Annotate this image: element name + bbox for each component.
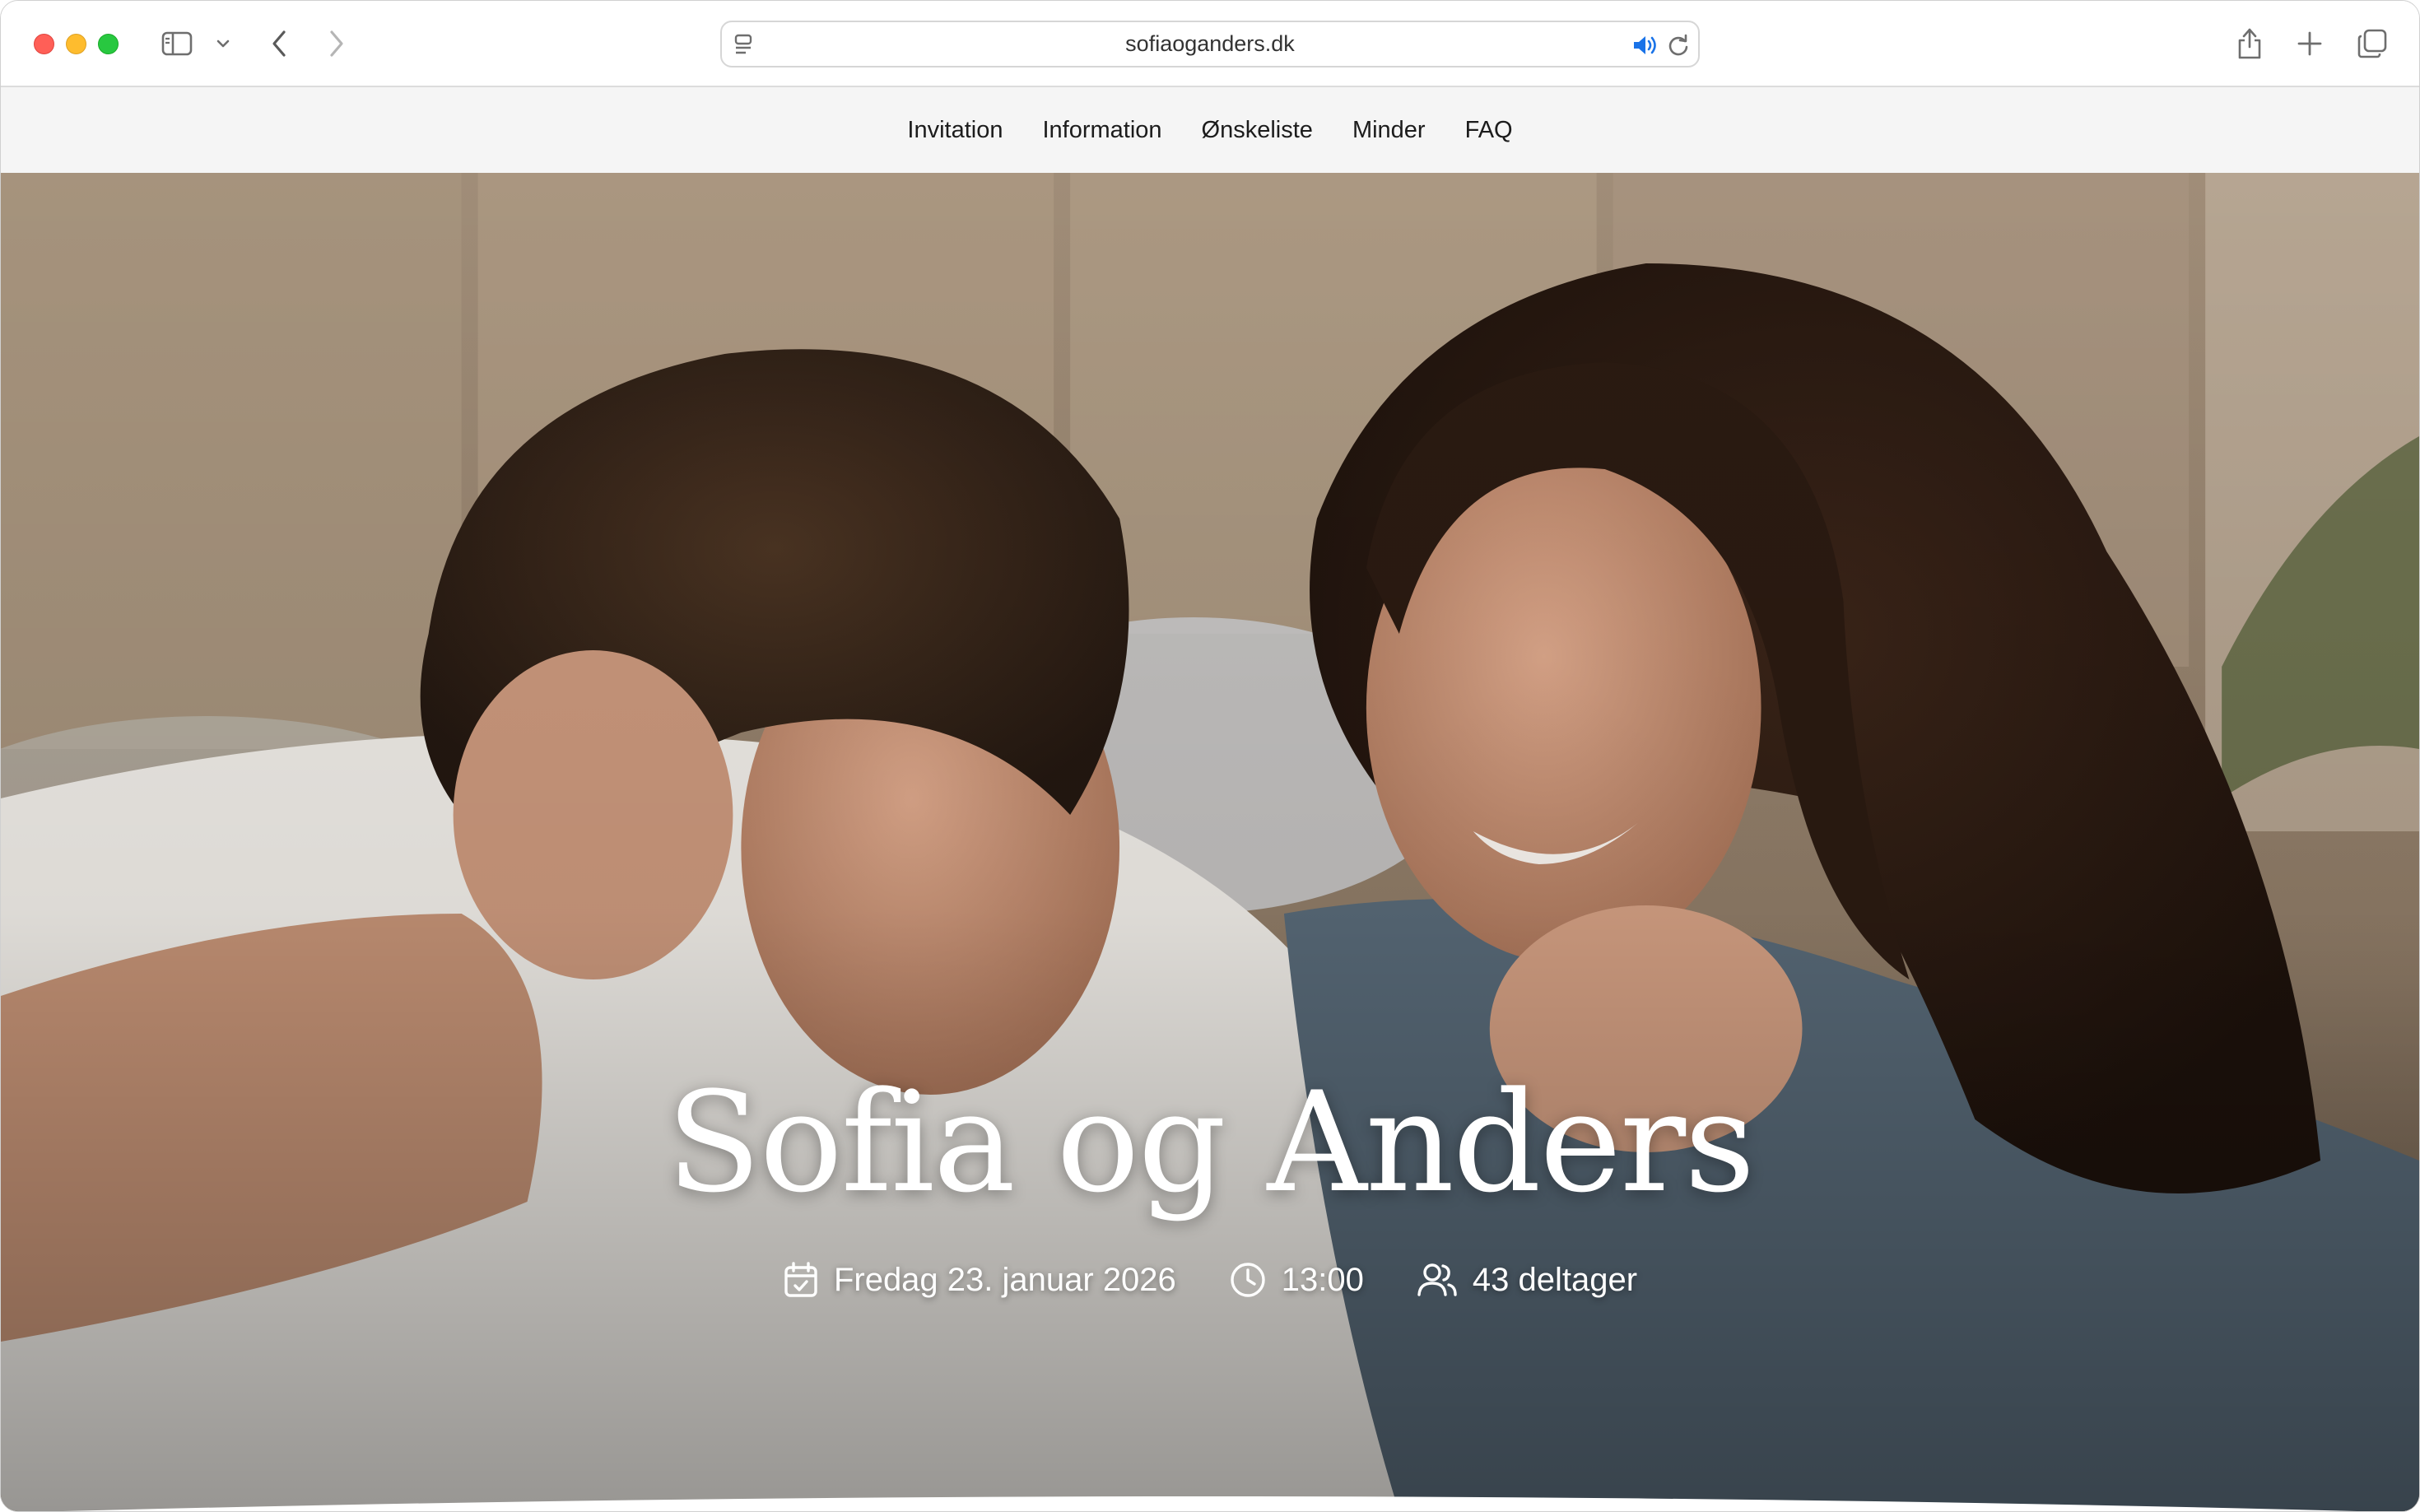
nav-item-invitation[interactable]: Invitation	[907, 112, 1003, 149]
nav-item-information[interactable]: Information	[1042, 112, 1161, 149]
event-date: Fredag 23. januar 2026	[783, 1261, 1176, 1299]
reload-icon[interactable]	[1665, 32, 1692, 58]
close-window-button[interactable]	[34, 34, 54, 54]
clock-icon	[1229, 1261, 1267, 1299]
event-time-text: 13:00	[1281, 1261, 1364, 1298]
speaker-icon[interactable]	[1631, 33, 1659, 58]
event-time: 13:00	[1229, 1261, 1364, 1299]
event-date-text: Fredag 23. januar 2026	[833, 1261, 1176, 1298]
hero-overlay	[1, 173, 2419, 1511]
share-icon[interactable]	[2233, 24, 2266, 62]
browser-window: sofiaoganders.dk Invitation Information …	[0, 0, 2420, 1512]
nav-item-faq[interactable]: FAQ	[1465, 112, 1513, 149]
url-text[interactable]: sofiaoganders.dk	[722, 22, 1698, 66]
browser-toolbar: sofiaoganders.dk	[1, 1, 2419, 87]
hero-bottom-curve	[63, 1496, 2357, 1511]
site-navigation: Invitation Information Ønskeliste Minder…	[1, 87, 2419, 173]
address-bar[interactable]: sofiaoganders.dk	[720, 21, 1700, 67]
back-arrow-icon[interactable]	[263, 27, 296, 60]
nav-item-memories[interactable]: Minder	[1352, 112, 1426, 149]
sidebar-icon[interactable]	[161, 29, 193, 58]
hero-section: Sofia og Anders Fredag 23. januar 2026 1…	[1, 173, 2419, 1511]
event-participants: 43 deltager	[1417, 1262, 1637, 1299]
chevron-down-icon[interactable]	[212, 34, 234, 54]
tabs-overview-icon[interactable]	[2355, 26, 2390, 61]
event-details: Fredag 23. januar 2026 13:00 43 deltager	[1, 1261, 2419, 1299]
people-icon	[1417, 1262, 1458, 1298]
forward-arrow-icon[interactable]	[320, 27, 353, 60]
event-participants-text: 43 deltager	[1472, 1261, 1638, 1298]
zoom-window-button[interactable]	[98, 34, 119, 54]
nav-item-wishlist[interactable]: Ønskeliste	[1202, 112, 1313, 149]
calendar-icon	[783, 1261, 819, 1299]
plus-icon[interactable]	[2293, 27, 2326, 60]
hero-title: Sofia og Anders	[666, 1062, 1756, 1223]
minimize-window-button[interactable]	[66, 34, 86, 54]
